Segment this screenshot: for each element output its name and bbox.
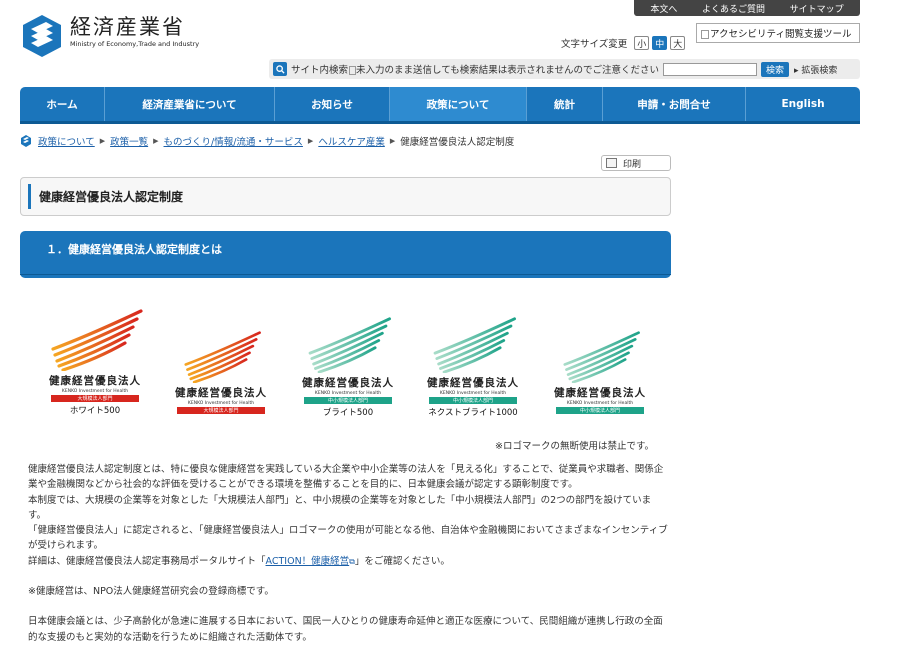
global-nav: ホーム 経済産業省について お知らせ 政策について 統計 申請・お問合せ Eng…	[20, 87, 860, 124]
certification-logos: 健康経営優良法人 KENKO Investment for Health 大規模…	[0, 303, 680, 428]
logo-sme: 健康経営優良法人 KENKO Investment for Health 中小規…	[545, 331, 655, 414]
search-icon	[273, 62, 287, 76]
paragraph-trademark: ※健康経営は、NPO法人健康経営研究会の登録商標です。	[28, 586, 274, 598]
logo-title: 健康経営優良法人	[554, 387, 646, 399]
logo-category-band: 大規模法人部門	[51, 395, 139, 402]
logo-subtitle-en: KENKO Investment for Health	[187, 401, 255, 406]
logo-next-bright1000: 健康経営優良法人 KENKO Investment for Health 中小規…	[418, 317, 528, 418]
nav-home[interactable]: ホーム	[20, 87, 105, 121]
logo-subtitle-en: KENKO Investment for Health	[566, 401, 634, 406]
breadcrumb-current: 健康経営優良法人認定制度	[400, 137, 515, 148]
breadcrumb-separator-icon: ▶	[99, 137, 106, 145]
logo-bright500: 健康経営優良法人 KENKO Investment for Health 中小規…	[293, 317, 403, 418]
search-label: サイト内検索	[291, 65, 349, 76]
logo-tier: ホワイト500	[69, 406, 121, 416]
logo-category-band: 中小規模法人部門	[304, 397, 392, 404]
advanced-search-link[interactable]: ▸ 拡張検索	[794, 63, 837, 76]
section-heading: １．健康経営優良法人認定制度とは	[20, 231, 671, 278]
breadcrumb-link-policy-list[interactable]: 政策一覧	[110, 134, 148, 148]
kenko-green-wing-icon	[563, 331, 640, 383]
meti-logo-icon	[23, 15, 61, 57]
section-heading-underline	[20, 274, 671, 275]
nav-policy[interactable]: 政策について	[390, 87, 527, 121]
font-size-small-button[interactable]: 小	[634, 36, 650, 50]
utility-nav: 本文へ よくあるご質問 サイトマップ	[634, 0, 860, 16]
kenko-red-wing-icon	[184, 331, 261, 383]
nav-news[interactable]: お知らせ	[275, 87, 390, 121]
breadcrumb-separator-icon: ▶	[307, 137, 314, 145]
logo-name-jp: 経済産業省	[70, 15, 185, 39]
search-notice: 未入力のまま送信しても検索結果は表示されませんのでご注意ください	[349, 62, 659, 76]
page-title: 健康経営優良法人認定制度	[39, 190, 184, 204]
broken-image-icon	[349, 66, 357, 75]
breadcrumb-separator-icon: ▶	[389, 137, 396, 145]
paragraph-details: 詳細は、健康経営優良法人認定事務局ポータルサイト「ACTION！健康経営⧉」をご…	[28, 555, 450, 567]
breadcrumb-link-manufacturing[interactable]: ものづくり/情報/流通・サービス	[164, 134, 303, 148]
nav-about[interactable]: 経済産業省について	[105, 87, 275, 121]
action-kenko-keiei-link[interactable]: ACTION！健康経営	[266, 556, 350, 567]
page-title-box: 健康経営優良法人認定制度	[20, 177, 671, 216]
print-button[interactable]: 印刷	[601, 155, 671, 171]
paragraph-intro: 健康経営優良法人認定制度とは、特に優良な健康経営を実践している大企業や中小企業等…	[28, 464, 664, 491]
logo-white500: 健康経営優良法人 KENKO Investment for Health 大規模…	[40, 309, 150, 416]
breadcrumb-link-healthcare[interactable]: ヘルスケア産業	[318, 134, 385, 148]
accessibility-tool-link[interactable]: アクセシビリティ閲覧支援ツール	[696, 23, 860, 43]
logo-subtitle-en: KENKO Investment for Health	[314, 391, 382, 396]
logo-category-band: 中小規模法人部門	[556, 407, 644, 414]
section-heading-text: １．健康経営優良法人認定制度とは	[46, 243, 222, 256]
logo-subtitle-en: KENKO Investment for Health	[439, 391, 507, 396]
search-input[interactable]	[662, 62, 757, 76]
logo-name-en: Ministry of Economy,Trade and Industry	[70, 40, 200, 48]
nav-statistics[interactable]: 統計	[527, 87, 603, 121]
utility-link-faq[interactable]: よくあるご質問	[702, 2, 765, 15]
logo-subtitle-en: KENKO Investment for Health	[61, 389, 129, 394]
logo-category-band: 大規模法人部門	[177, 407, 265, 414]
font-size-label: 文字サイズ変更	[561, 39, 628, 50]
logo-usage-note: ※ロゴマークの無断使用は禁止です。	[495, 441, 655, 452]
logo-large-enterprise: 健康経営優良法人 KENKO Investment for Health 大規模…	[166, 331, 276, 414]
site-search: サイト内検索 未入力のまま送信しても検索結果は表示されませんのでご注意ください …	[269, 59, 860, 79]
logo-title: 健康経営優良法人	[49, 375, 141, 387]
main-content: 健康経営優良法人認定制度とは、特に優良な健康経営を実践している大企業や中小企業等…	[28, 462, 668, 645]
title-accent-bar	[28, 184, 31, 209]
paragraph-benefits: 「健康経営優良法人」に認定されると、「健康経営優良法人」ロゴマークの使用が可能と…	[28, 525, 668, 552]
kenko-green-wing-icon	[308, 317, 391, 373]
font-size-control: 文字サイズ変更 小 中 大	[561, 36, 686, 50]
logo-title: 健康経営優良法人	[175, 387, 267, 399]
kenko-red-wing-icon	[51, 309, 143, 371]
logo-tier: ネクストブライト1000	[428, 408, 518, 418]
nav-applications[interactable]: 申請・お問合せ	[603, 87, 746, 121]
broken-image-icon	[701, 30, 709, 39]
nav-english[interactable]: English	[746, 87, 860, 121]
home-icon[interactable]	[20, 135, 32, 147]
search-button[interactable]: 検索	[760, 61, 789, 77]
utility-link-sitemap[interactable]: サイトマップ	[790, 2, 844, 15]
breadcrumb: 政策について ▶ 政策一覧 ▶ ものづくり/情報/流通・サービス ▶ ヘルスケア…	[20, 134, 514, 148]
kenko-green-wing-icon	[433, 317, 516, 373]
breadcrumb-link-policy[interactable]: 政策について	[38, 134, 95, 148]
site-logo[interactable]: 経済産業省 Ministry of Economy,Trade and Indu…	[20, 14, 199, 58]
breadcrumb-separator-icon: ▶	[153, 137, 159, 145]
paragraph-health-council: 日本健康会議とは、少子高齢化が急速に進展する日本において、国民一人ひとりの健康寿…	[28, 616, 663, 643]
logo-category-band: 中小規模法人部門	[429, 397, 517, 404]
utility-link-main-content[interactable]: 本文へ	[650, 2, 677, 15]
print-label: 印刷	[623, 159, 642, 170]
printer-icon	[606, 158, 617, 168]
font-size-medium-button[interactable]: 中	[652, 36, 668, 50]
paragraph-divisions: 本制度では、大規模の企業等を対象とした「大規模法人部門」と、中小規模の企業等を対…	[28, 494, 652, 521]
font-size-large-button[interactable]: 大	[670, 36, 686, 50]
logo-title: 健康経営優良法人	[302, 377, 394, 389]
accessibility-tool-label: アクセシビリティ閲覧支援ツール	[710, 29, 852, 40]
logo-tier: ブライト500	[322, 408, 374, 418]
logo-title: 健康経営優良法人	[427, 377, 519, 389]
